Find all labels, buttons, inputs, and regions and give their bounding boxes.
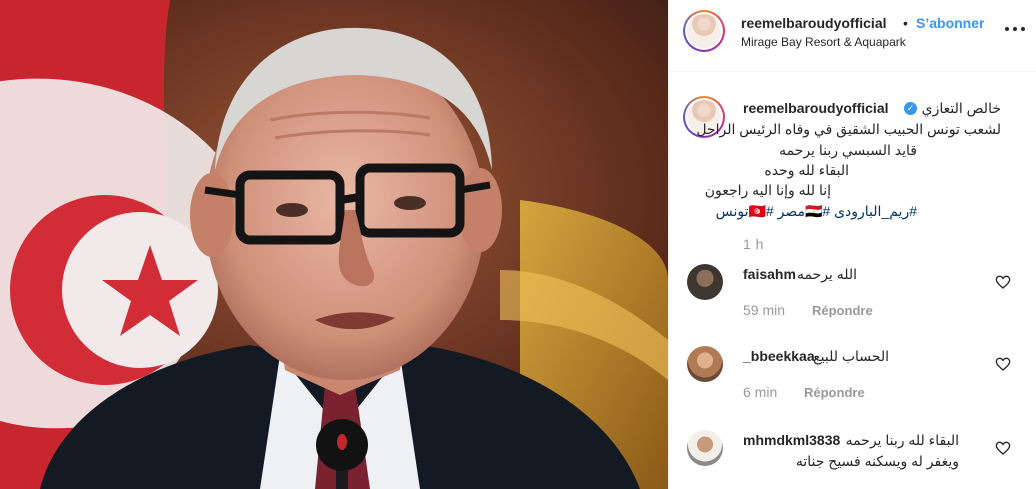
commenter-avatar[interactable] — [687, 264, 723, 300]
comment-text-continued: ويغفر له ويسكنه فسيح جناته — [795, 453, 959, 469]
comment-item: faisahm الله يرحمه 59 min Répondre — [669, 258, 1036, 334]
comment-text: الحساب للبيع — [813, 348, 889, 364]
heart-outline-icon[interactable] — [995, 440, 1011, 456]
caption-line: البقاء لله وحده — [764, 162, 849, 178]
post-location[interactable]: Mirage Bay Resort & Aquapark — [741, 35, 906, 49]
caption-line: قايد السبسي ربنا يرحمه — [779, 142, 917, 158]
author-avatar[interactable] — [683, 10, 725, 52]
post-photo[interactable] — [0, 0, 668, 489]
post-caption: reemelbaroudyofficial ✓ خالص التعازي لشع… — [669, 72, 1036, 252]
follow-button[interactable]: S’abonner — [916, 15, 984, 31]
heart-outline-icon[interactable] — [995, 356, 1011, 372]
commenter-avatar[interactable] — [687, 430, 723, 466]
post-photo-illustration — [0, 0, 668, 489]
caption-line: لشعب تونس الحبيب الشقيق في وفاه الرئيس ا… — [696, 121, 1001, 137]
post-sidebar: reemelbaroudyofficial • S’abonner Mirage… — [668, 0, 1036, 489]
comment-item: mhmdkml3838 البقاء لله ربنا يرحمه ويغفر … — [669, 424, 1036, 489]
reply-button[interactable]: Répondre — [812, 303, 873, 318]
comment-text: الله يرحمه — [796, 266, 857, 282]
comment-username[interactable]: mhmdkml3838 — [743, 432, 840, 448]
comment-timestamp[interactable]: 59 min — [743, 302, 785, 318]
author-username[interactable]: reemelbaroudyofficial — [741, 15, 887, 31]
comment-text: البقاء لله ربنا يرحمه — [845, 432, 959, 448]
caption-line: إنا لله وإنا اليه راجعون — [704, 182, 831, 198]
comment-item: _bbeekkaa الحساب للبيع 6 min Répondre — [669, 340, 1036, 416]
comment-timestamp[interactable]: 6 min — [743, 384, 777, 400]
caption-hashtags[interactable]: #ريم_البارودى #🇪🇬مصر #🇹🇳تونس — [716, 203, 917, 220]
separator-dot: • — [903, 15, 908, 31]
comment-username[interactable]: faisahm — [743, 266, 796, 282]
caption-timestamp[interactable]: 1 h — [743, 236, 764, 252]
caption-line: خالص التعازي — [921, 100, 1001, 116]
reply-button[interactable]: Répondre — [804, 385, 865, 400]
commenter-avatar[interactable] — [687, 346, 723, 382]
caption-username[interactable]: reemelbaroudyofficial — [743, 100, 889, 116]
verified-badge-icon: ✓ — [904, 102, 917, 115]
post-header: reemelbaroudyofficial • S’abonner Mirage… — [669, 0, 1036, 72]
heart-outline-icon[interactable] — [995, 274, 1011, 290]
more-options-icon[interactable] — [1005, 18, 1025, 38]
comment-username[interactable]: _bbeekkaa — [743, 348, 815, 364]
